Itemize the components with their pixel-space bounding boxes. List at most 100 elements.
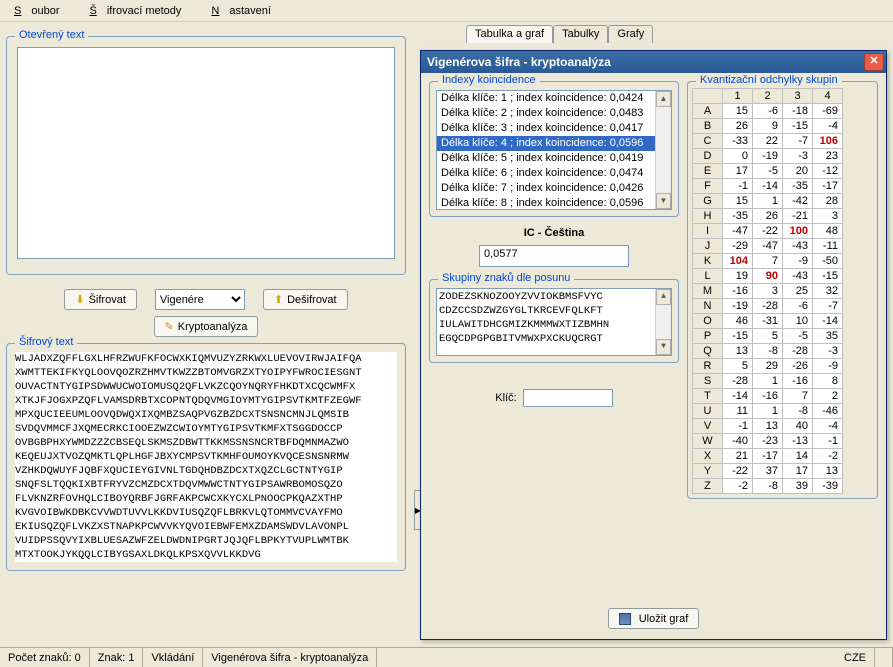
dev-cell: 17 (783, 464, 813, 479)
group-line: CDZCCSDZWZGYGLTKRCEVFQLKFT (439, 304, 669, 318)
dev-cell: 10 (783, 314, 813, 329)
dev-col-header: 1 (723, 89, 753, 104)
dev-row-header: F (693, 179, 723, 194)
dev-cell: -15 (723, 329, 753, 344)
index-item[interactable]: Délka klíče: 8 ; index koincidence: 0,05… (437, 196, 671, 210)
dev-row-header: L (693, 269, 723, 284)
dev-cell: -2 (813, 449, 843, 464)
algorithm-select[interactable]: Vigenére (155, 289, 245, 310)
dev-row-header: B (693, 119, 723, 134)
dev-row-header: W (693, 434, 723, 449)
dev-cell: -46 (813, 404, 843, 419)
save-graph-button[interactable]: Uložit graf (608, 608, 700, 629)
dev-cell: -35 (723, 209, 753, 224)
dev-cell: 13 (753, 419, 783, 434)
dev-cell: 0 (723, 149, 753, 164)
key-input[interactable] (523, 389, 613, 407)
group-line: ZODEZSKNOZOOYZVVIOKBMSFVYC (439, 290, 669, 304)
dev-cell: 14 (783, 449, 813, 464)
dialog-titlebar: Vigenérova šifra - kryptoanalýza ✕ (421, 51, 886, 73)
deviations-group: Kvantizační odchylky skupin 1234A15-6-18… (687, 81, 878, 499)
dev-cell: 11 (723, 404, 753, 419)
tab-tables[interactable]: Tabulky (553, 25, 608, 43)
cryptanalysis-button[interactable]: ✎ Kryptoanalýza (154, 316, 259, 337)
menu-settings[interactable]: Nastavení (201, 2, 291, 20)
dev-cell: 29 (753, 359, 783, 374)
cryptanalysis-dialog: Vigenérova šifra - kryptoanalýza ✕ Index… (420, 50, 887, 640)
index-item[interactable]: Délka klíče: 2 ; index koincidence: 0,04… (437, 106, 671, 121)
index-item[interactable]: Délka klíče: 4 ; index koincidence: 0,05… (437, 136, 671, 151)
dev-cell: 23 (813, 149, 843, 164)
index-item[interactable]: Délka klíče: 5 ; index koincidence: 0,04… (437, 151, 671, 166)
indexes-listbox[interactable]: Délka klíče: 1 ; index koincidence: 0,04… (436, 90, 672, 210)
dev-row-header: G (693, 194, 723, 209)
dev-cell: -6 (753, 104, 783, 119)
dev-cell: -43 (783, 269, 813, 284)
dev-cell: -7 (813, 299, 843, 314)
index-item[interactable]: Délka klíče: 7 ; index koincidence: 0,04… (437, 181, 671, 196)
index-item[interactable]: Délka klíče: 6 ; index koincidence: 0,04… (437, 166, 671, 181)
dev-cell: 1 (753, 374, 783, 389)
scroll-down-icon[interactable]: ▼ (656, 193, 671, 209)
scroll-down-icon-2[interactable]: ▼ (656, 339, 671, 355)
button-row-2: ✎ Kryptoanalýza (6, 316, 406, 337)
dev-cell: -4 (813, 419, 843, 434)
dev-cell: -15 (813, 269, 843, 284)
dev-cell: -33 (723, 134, 753, 149)
button-row: ⬇ Šifrovat Vigenére ⬆ Dešifrovat (6, 289, 406, 310)
ic-value: 0,0577 (479, 245, 629, 267)
scroll-up-icon-2[interactable]: ▲ (656, 289, 671, 305)
dev-row-header: A (693, 104, 723, 119)
dev-cell: 15 (723, 104, 753, 119)
scrollbar[interactable]: ▲ ▼ (655, 91, 671, 209)
dev-cell: 3 (753, 284, 783, 299)
dev-cell: 13 (813, 464, 843, 479)
dev-cell: -12 (813, 164, 843, 179)
scrollbar-2[interactable]: ▲ ▼ (655, 289, 671, 355)
close-icon[interactable]: ✕ (864, 53, 884, 71)
dev-row-header: H (693, 209, 723, 224)
dev-cell: 3 (813, 209, 843, 224)
ic-row: IC - Čeština 0,0577 (429, 227, 679, 267)
decrypt-button[interactable]: ⬆ Dešifrovat (263, 289, 348, 310)
dev-cell: -16 (753, 389, 783, 404)
dev-col-header: 3 (783, 89, 813, 104)
dev-col-header: 4 (813, 89, 843, 104)
dev-cell: -47 (723, 224, 753, 239)
dev-cell: 2 (813, 389, 843, 404)
dev-row-header: P (693, 329, 723, 344)
cipher-text-group: Šifrový text WLJADXZQFFLGXLHFRZWUFKFOCWX… (6, 343, 406, 571)
dev-cell: 26 (753, 209, 783, 224)
groups-legend: Skupiny znaků dle posunu (438, 272, 574, 284)
index-item[interactable]: Délka klíče: 1 ; index koincidence: 0,04… (437, 91, 671, 106)
dev-cell: -1 (723, 179, 753, 194)
dev-cell: -11 (813, 239, 843, 254)
encrypt-button[interactable]: ⬇ Šifrovat (64, 289, 137, 310)
dev-cell: -18 (783, 104, 813, 119)
dev-row-header: Y (693, 464, 723, 479)
tab-graphs[interactable]: Grafy (608, 25, 653, 43)
dev-cell: -4 (813, 119, 843, 134)
tab-table-graph[interactable]: Tabulka a graf (466, 25, 553, 43)
deviations-table: 1234A15-6-18-69B269-15-4C-3322-7106D0-19… (692, 88, 843, 494)
dev-row-header: V (693, 419, 723, 434)
dev-cell: -13 (783, 434, 813, 449)
cipher-text-area[interactable]: WLJADXZQFFLGXLHFRZWUFKFOCWXKIQMVUZYZRKWX… (15, 352, 397, 562)
groups-listbox[interactable]: ZODEZSKNOZOOYZVVIOKBMSFVYCCDZCCSDZWZGYGL… (436, 288, 672, 356)
open-text-group: Otevřený text (6, 36, 406, 275)
dev-cell: 1 (753, 194, 783, 209)
menu-methods[interactable]: Šifrovací metody (79, 2, 201, 20)
index-item[interactable]: Délka klíče: 3 ; index koincidence: 0,04… (437, 121, 671, 136)
open-text-area[interactable] (17, 47, 395, 259)
dev-cell: -19 (723, 299, 753, 314)
dev-cell: 9 (753, 119, 783, 134)
scroll-up-icon[interactable]: ▲ (656, 91, 671, 107)
indexes-legend: Indexy koincidence (438, 74, 540, 86)
menu-file[interactable]: Soubor (4, 2, 79, 20)
key-row: Klíč: (429, 389, 679, 407)
dev-cell: -14 (753, 179, 783, 194)
dev-cell: 5 (723, 359, 753, 374)
save-row: Uložit graf (421, 608, 886, 629)
dev-cell: 100 (783, 224, 813, 239)
status-resize-grip[interactable] (875, 648, 893, 667)
